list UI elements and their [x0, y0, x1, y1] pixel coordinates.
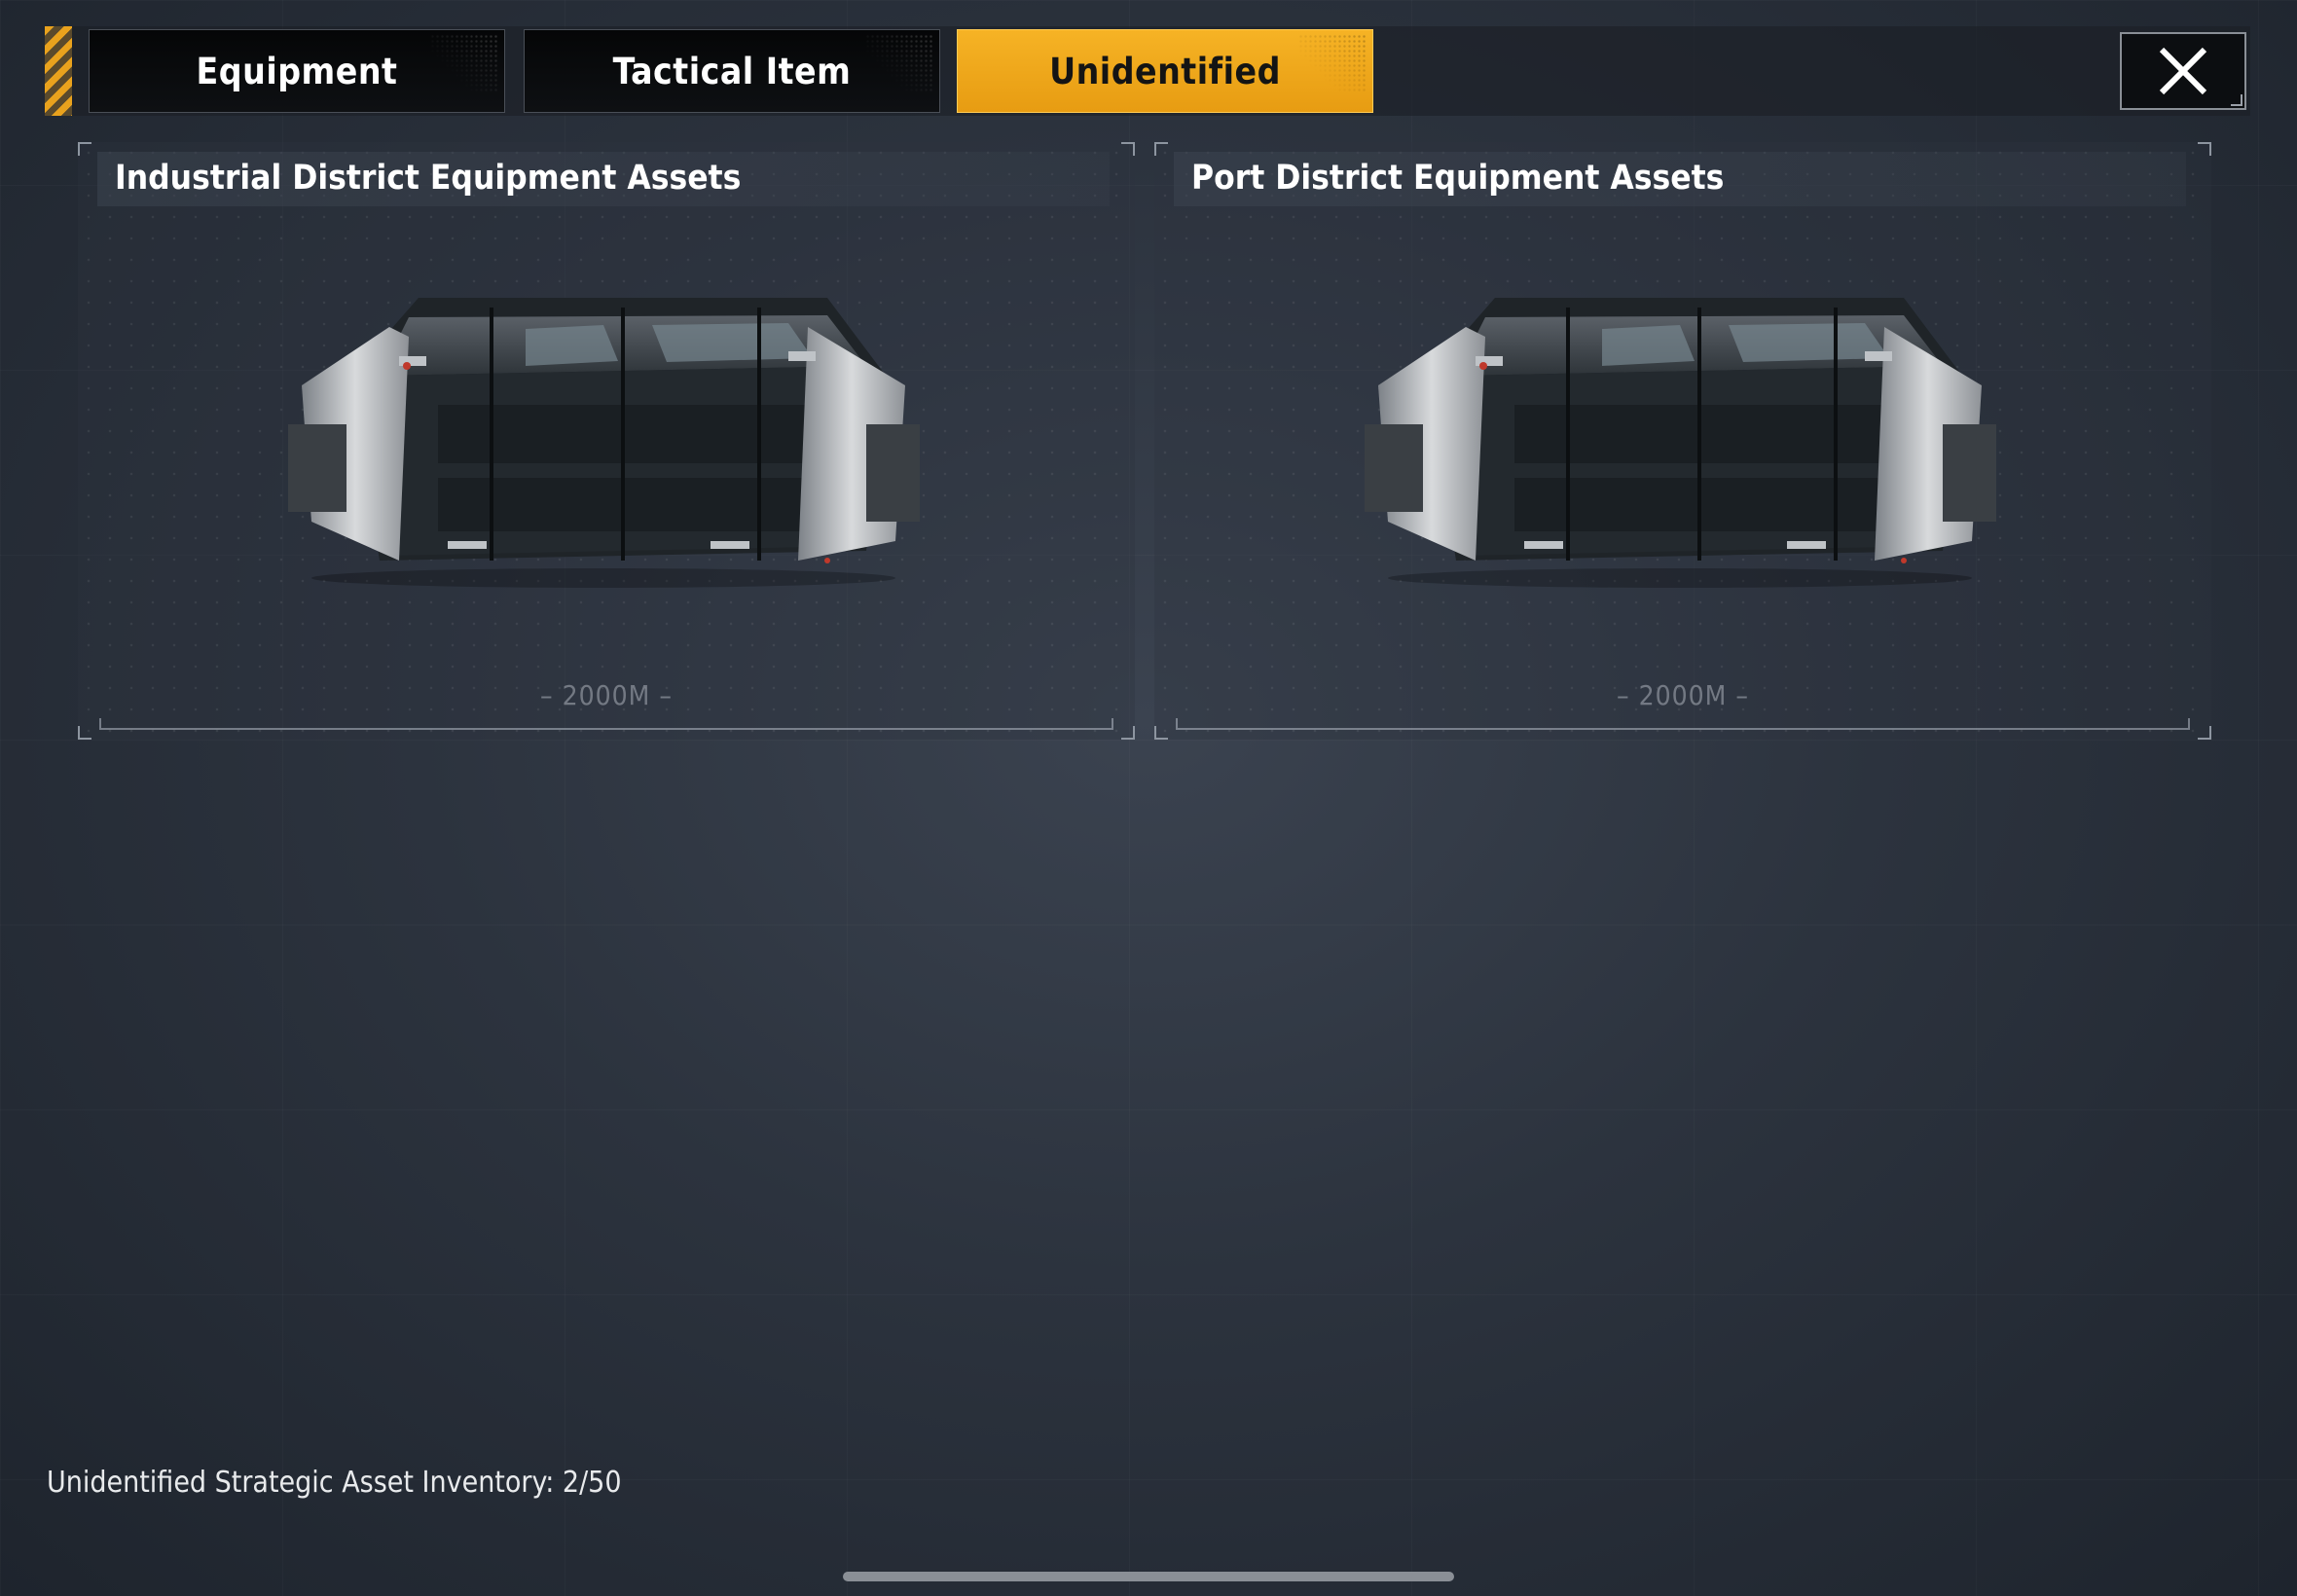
distance-label: – 2000M – — [1616, 679, 1750, 711]
supply-crate-icon — [288, 298, 920, 588]
distance-label: – 2000M – — [539, 679, 674, 711]
tab-label: Tactical Item — [612, 50, 852, 92]
corner-bracket — [1154, 726, 1168, 740]
tab-texture — [1298, 34, 1367, 92]
corner-bracket — [2198, 142, 2211, 156]
accent-stripe — [45, 26, 72, 116]
tab-equipment[interactable]: Equipment — [89, 29, 505, 113]
distance-ruler — [99, 718, 1113, 730]
inventory-count: Unidentified Strategic Asset Inventory: … — [47, 1466, 622, 1500]
close-button[interactable] — [2120, 32, 2246, 110]
tab-texture — [430, 34, 498, 92]
tab-unidentified[interactable]: Unidentified — [957, 29, 1373, 113]
tab-texture — [865, 34, 933, 92]
close-icon — [2159, 47, 2207, 95]
tab-tactical-item[interactable]: Tactical Item — [524, 29, 940, 113]
distance-value: 2000M — [1638, 679, 1728, 711]
corner-bracket — [78, 142, 91, 156]
asset-card-port[interactable]: Port District Equipment Assets – 2000M – — [1154, 142, 2211, 740]
tab-label: Unidentified — [1049, 50, 1281, 92]
corner-bracket — [1154, 142, 1168, 156]
corner-mark — [2231, 94, 2242, 106]
distance-value: 2000M — [562, 679, 651, 711]
distance-ruler — [1176, 718, 2190, 730]
corner-bracket — [2198, 726, 2211, 740]
corner-bracket — [1121, 142, 1135, 156]
card-title: Port District Equipment Assets — [1191, 159, 1725, 198]
supply-crate-icon — [1365, 298, 1996, 588]
home-indicator[interactable] — [843, 1572, 1454, 1581]
asset-card-industrial[interactable]: Industrial District Equipment Assets – 2… — [78, 142, 1135, 740]
corner-bracket — [1121, 726, 1135, 740]
corner-bracket — [78, 726, 91, 740]
tab-label: Equipment — [196, 50, 398, 92]
card-title: Industrial District Equipment Assets — [115, 159, 742, 198]
